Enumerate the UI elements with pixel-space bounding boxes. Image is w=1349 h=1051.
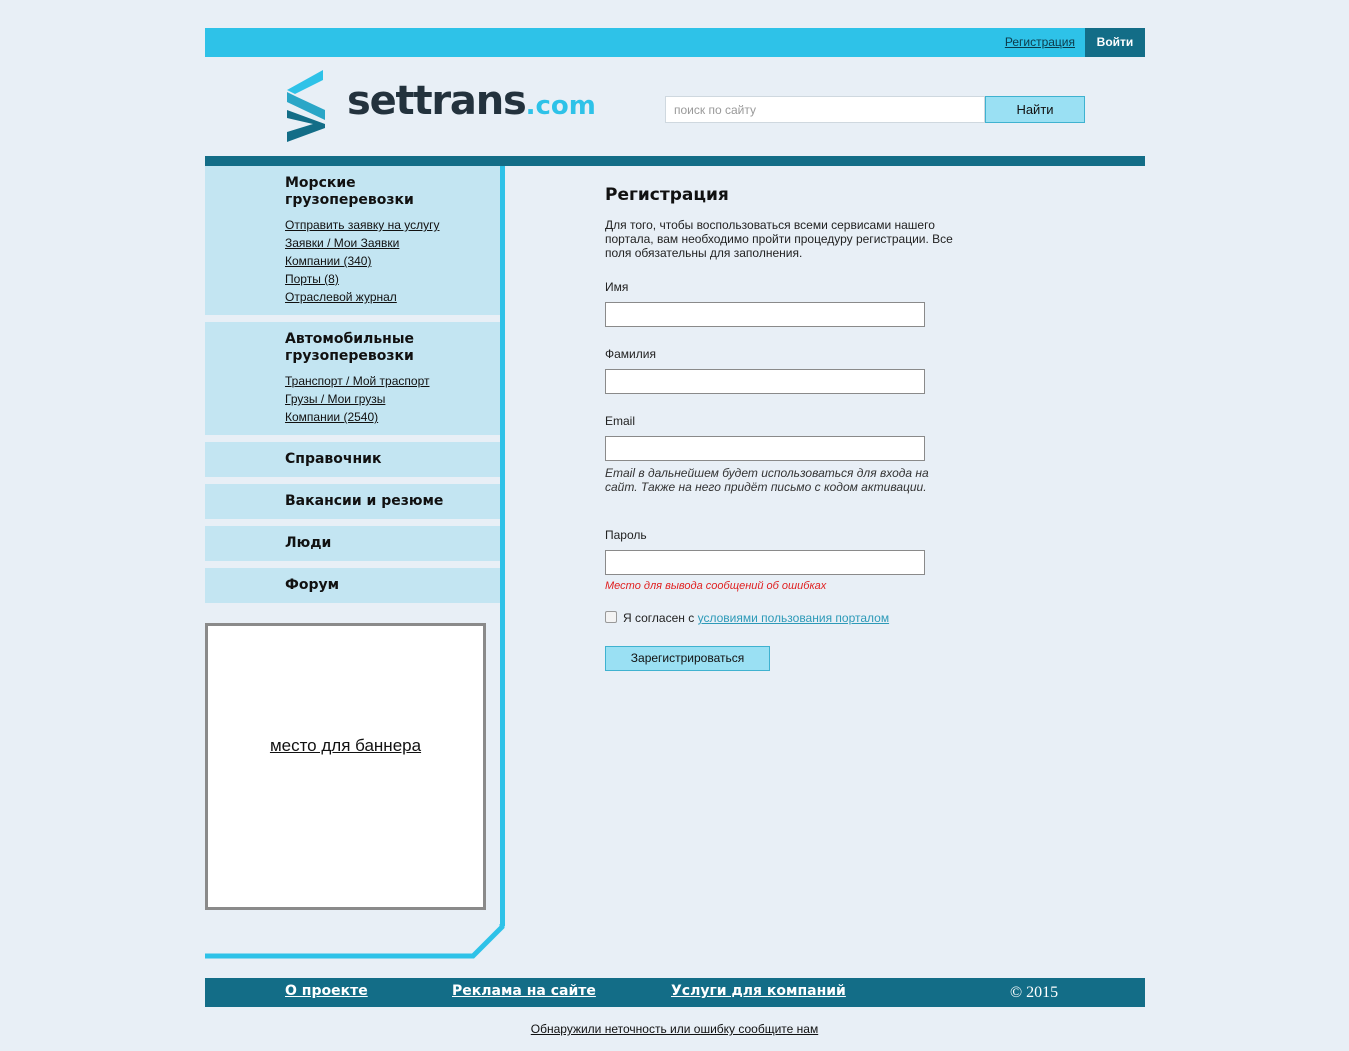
sea-link-request[interactable]: Отправить заявку на услугу <box>285 216 439 234</box>
sidebar-corner <box>205 924 505 959</box>
email-hint: Email в дальнейшем будет использоваться … <box>605 466 929 494</box>
email-label: Email <box>605 414 636 428</box>
site-logo[interactable]: settrans.com <box>285 70 596 142</box>
sidebar-border <box>500 166 505 926</box>
last-name-label: Фамилия <box>605 347 656 361</box>
sea-link-companies[interactable]: Компании (340) <box>285 252 439 270</box>
error-message: Место для вывода сообщений об ошибках <box>605 580 827 592</box>
footer-link-ads[interactable]: Реклама на сайте <box>452 983 596 999</box>
register-button[interactable]: Зарегистрироваться <box>605 646 770 671</box>
sea-link-ports[interactable]: Порты (8) <box>285 270 439 288</box>
report-error: Обнаружили неточность или ошибку сообщит… <box>0 1022 1349 1036</box>
banner-text: место для баннера <box>269 736 422 755</box>
auto-section-title[interactable]: Автомобильные грузоперевозки <box>285 331 414 365</box>
sidebar-item-label: Справочник <box>285 451 382 467</box>
auto-link-companies[interactable]: Компании (2540) <box>285 408 429 426</box>
sea-link-orders[interactable]: Заявки / Мои Заявки <box>285 234 439 252</box>
sea-link-journal[interactable]: Отраслевой журнал <box>285 288 439 306</box>
footer-link-services[interactable]: Услуги для компаний <box>671 983 846 999</box>
sidebar-item-label: Люди <box>285 535 332 551</box>
first-name-input[interactable] <box>605 302 925 327</box>
page-title: Регистрация <box>605 185 729 205</box>
last-name-input[interactable] <box>605 369 925 394</box>
footer-link-about[interactable]: О проекте <box>285 983 368 999</box>
sidebar-item-vacancies[interactable]: Вакансии и резюме <box>205 484 500 519</box>
logo-suffix: .com <box>525 91 596 121</box>
login-button[interactable]: Войти <box>1085 28 1145 57</box>
logo-mark-icon <box>287 70 325 142</box>
logo-text: settrans.com <box>347 78 596 124</box>
sidebar-item-label: Форум <box>285 577 340 593</box>
footer-bar: О проекте Реклама на сайте Услуги для ко… <box>205 978 1145 1007</box>
sea-links: Отправить заявку на услугу Заявки / Мои … <box>285 216 439 306</box>
terms-agreement: Я согласен с условиями пользования порта… <box>605 611 889 625</box>
report-error-link[interactable]: Обнаружили неточность или ошибку сообщит… <box>531 1022 818 1036</box>
password-input[interactable] <box>605 550 925 575</box>
sidebar-item-directory[interactable]: Справочник <box>205 442 500 477</box>
registration-form: Регистрация Для того, чтобы воспользоват… <box>605 185 1005 671</box>
sidebar-item-label: Вакансии и резюме <box>285 493 444 509</box>
sidebar-item-forum[interactable]: Форум <box>205 568 500 603</box>
sidebar-item-people[interactable]: Люди <box>205 526 500 561</box>
search-button[interactable]: Найти <box>985 96 1085 123</box>
search-input[interactable] <box>665 96 985 123</box>
top-bar: Регистрация Войти <box>205 28 1145 57</box>
terms-link[interactable]: условиями пользования порталом <box>698 611 890 625</box>
banner-placeholder[interactable]: место для баннера <box>205 623 486 910</box>
auto-link-cargo[interactable]: Грузы / Мои грузы <box>285 390 429 408</box>
header-divider <box>205 156 1145 166</box>
sidebar-section-sea: Морские грузоперевозки Отправить заявку н… <box>205 166 500 315</box>
register-link[interactable]: Регистрация <box>1005 35 1075 49</box>
terms-checkbox[interactable] <box>605 611 617 623</box>
terms-prefix: Я согласен с <box>623 611 695 625</box>
auto-link-transport[interactable]: Транспорт / Мой траспорт <box>285 372 429 390</box>
copyright: © 2015 <box>1010 984 1059 1001</box>
password-label: Пароль <box>605 528 647 542</box>
email-input[interactable] <box>605 436 925 461</box>
sidebar-section-auto: Автомобильные грузоперевозки Транспорт / … <box>205 322 500 435</box>
first-name-label: Имя <box>605 280 629 294</box>
auto-links: Транспорт / Мой траспорт Грузы / Мои гру… <box>285 372 429 426</box>
search-bar: Найти <box>665 96 1085 123</box>
form-intro: Для того, чтобы воспользоваться всеми се… <box>605 218 953 260</box>
sea-section-title[interactable]: Морские грузоперевозки <box>285 175 414 209</box>
